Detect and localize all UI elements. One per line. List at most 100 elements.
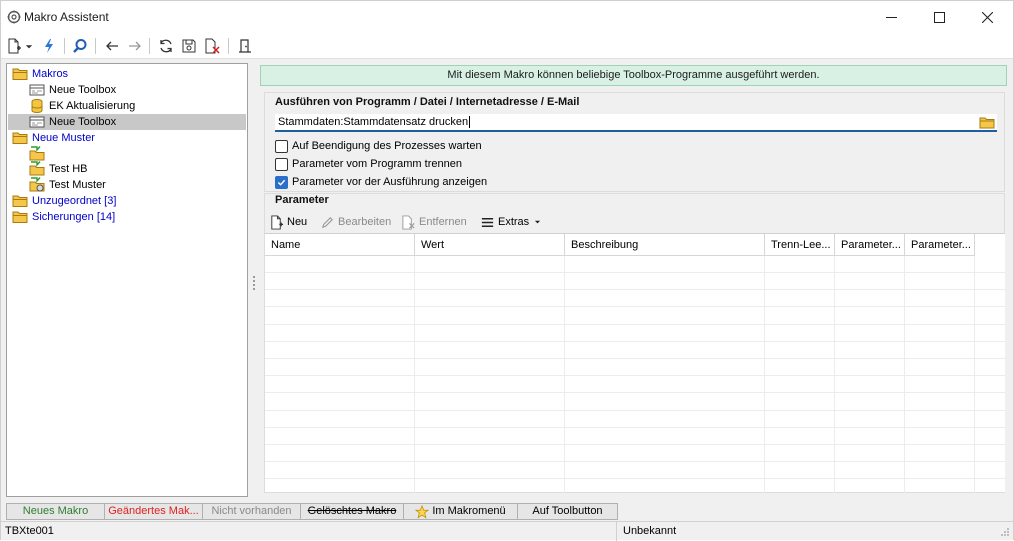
tree-item[interactable]: Unzugeordnet [3] (12, 193, 116, 209)
grid-row[interactable] (265, 359, 1005, 377)
option-checkbox[interactable]: Parameter vom Programm trennen (275, 157, 462, 171)
tree-item-label: Sicherungen [14] (32, 211, 116, 223)
run-button[interactable] (40, 37, 58, 55)
new-document-icon (271, 214, 284, 230)
app-gear-icon (7, 10, 21, 24)
checkmark-icon (277, 179, 286, 186)
new-document-icon (8, 38, 21, 54)
parameter-group-title: Parameter (275, 194, 329, 206)
grid-column-line (834, 256, 835, 493)
exit-button[interactable] (236, 37, 254, 55)
tree-item-label: Neue Toolbox (49, 84, 117, 96)
tree-item[interactable] (29, 146, 49, 162)
grid-row[interactable] (265, 273, 1005, 291)
folder-arrow-gear-icon (29, 177, 45, 193)
toolbar-separator (149, 38, 150, 54)
new-dropdown-button[interactable] (24, 37, 34, 55)
program-path-value: Stammdaten:Stammdatensatz drucken (278, 116, 469, 128)
tree-item[interactable]: Test HB (29, 161, 88, 177)
folder-arrow-icon (29, 161, 45, 177)
option-checkbox[interactable]: Auf Beendigung des Prozesses warten (275, 139, 482, 153)
grid-row[interactable] (265, 428, 1005, 445)
folder-icon (12, 193, 28, 209)
checkbox-unchecked[interactable] (275, 157, 288, 171)
grid-column-header[interactable]: Name (265, 234, 415, 256)
grid-column-line (904, 256, 905, 493)
tree-item[interactable]: Sicherungen [14] (12, 209, 115, 225)
folder-icon (12, 130, 28, 146)
chevron-down-icon (535, 220, 541, 223)
new-parameter-button[interactable]: Neu (269, 214, 307, 230)
grid-column-header[interactable]: Parameter... (905, 234, 975, 256)
tree-item[interactable]: Neue Muster (12, 130, 95, 146)
browse-folder-icon[interactable] (979, 115, 995, 130)
tree-item[interactable]: Makros (12, 66, 68, 82)
remove-parameter-label: Entfernen (419, 216, 467, 228)
maximize-button[interactable] (916, 1, 962, 33)
app-window: Makro Assistent Makros Neue Toolbox EK A… (0, 0, 1014, 541)
checkbox-checked[interactable] (275, 175, 288, 189)
legend-changed-macro: Geändertes Mak... (104, 503, 203, 520)
grid-row[interactable] (265, 256, 1005, 273)
tree-item[interactable]: Neue Toolbox (29, 82, 116, 98)
tree-item[interactable]: EK Aktualisierung (29, 98, 135, 114)
toolbar-separator (228, 38, 229, 54)
tree-item[interactable]: Neue Toolbox (8, 114, 246, 130)
grid-column-header[interactable]: Trenn-Lee... (765, 234, 835, 256)
refresh-button[interactable] (157, 37, 175, 55)
back-button[interactable] (103, 37, 121, 55)
remove-document-icon (402, 214, 415, 230)
grid-row[interactable] (265, 325, 1005, 342)
save-button[interactable] (180, 37, 198, 55)
toolbox-icon (29, 82, 45, 98)
tree-item-label: EK Aktualisierung (49, 100, 136, 112)
folder-arrow-icon (29, 146, 45, 162)
legend-not-present: Nicht vorhanden (202, 503, 301, 520)
new-document-button[interactable] (5, 37, 23, 55)
grid-column-header[interactable]: Parameter... (835, 234, 905, 256)
legend-deleted-macro-label: Gelöschtes Makro (307, 505, 397, 517)
grid-row[interactable] (265, 308, 1005, 325)
grid-row[interactable] (265, 411, 1005, 428)
checkbox-unchecked[interactable] (275, 139, 288, 153)
grid-row[interactable] (265, 342, 1005, 359)
main-toolbar (1, 33, 1013, 59)
legend-changed-macro-label: Geändertes Mak... (108, 505, 199, 517)
toolbox-icon (29, 114, 45, 130)
grid-row[interactable] (265, 394, 1005, 411)
resize-grip-icon[interactable] (1000, 527, 1010, 537)
grid-row[interactable] (265, 462, 1005, 480)
extras-menu-button[interactable]: Extras (480, 214, 544, 230)
lightning-icon (45, 39, 53, 53)
status-bar: TBXte001 Unbekannt (1, 521, 1013, 541)
grid-row[interactable] (265, 290, 1005, 308)
edit-parameter-label: Bearbeiten (338, 216, 392, 228)
close-icon (981, 11, 993, 23)
program-path-input[interactable]: Stammdaten:Stammdatensatz drucken (275, 114, 997, 132)
grid-column-header[interactable]: Wert (415, 234, 565, 256)
grid-row[interactable] (265, 376, 1005, 394)
tree-item-label: Test HB (49, 163, 88, 175)
macro-tree[interactable]: Makros Neue Toolbox EK Aktualisierung Neue … (6, 63, 248, 497)
close-button[interactable] (964, 1, 1010, 33)
remove-parameter-button[interactable]: Entfernen (401, 214, 467, 230)
search-button[interactable] (71, 37, 89, 55)
grid-row[interactable] (265, 445, 1005, 463)
splitter-handle[interactable] (252, 276, 256, 290)
legend-in-menu-label: Im Makromenü (432, 505, 506, 517)
forward-button[interactable] (126, 37, 144, 55)
parameter-grid[interactable]: Name Wert Beschreibung Trenn-Lee... Paramete… (265, 233, 1005, 493)
tree-item-label: Neue Toolbox (49, 116, 117, 128)
delete-button[interactable] (203, 37, 221, 55)
maximize-icon (933, 11, 945, 23)
grid-column-line (564, 256, 565, 493)
grid-column-header[interactable]: Beschreibung (565, 234, 765, 256)
grid-column-line (414, 256, 415, 493)
status-state: Unbekannt (623, 525, 677, 537)
minimize-button[interactable] (868, 1, 914, 33)
delete-document-icon (205, 38, 220, 54)
option-checkbox[interactable]: Parameter vor der Ausführung anzeigen (275, 175, 487, 189)
edit-parameter-button[interactable]: Bearbeiten (320, 214, 391, 230)
star-icon (415, 504, 430, 518)
tree-item[interactable]: Test Muster (29, 177, 106, 193)
